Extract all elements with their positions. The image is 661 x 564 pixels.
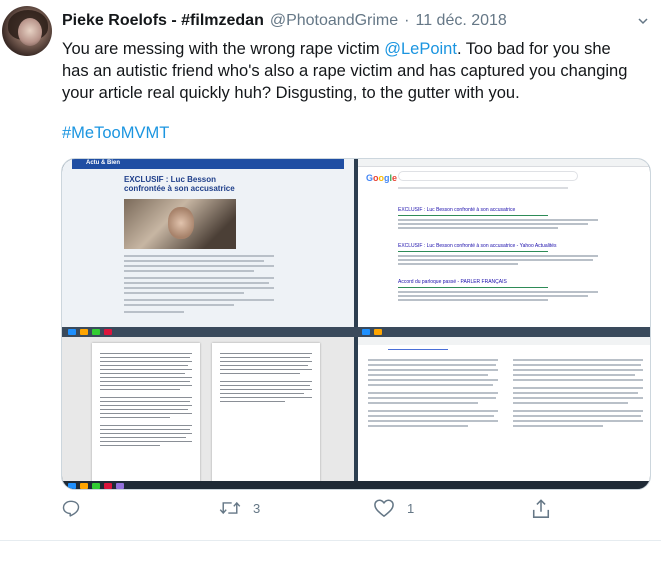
retweet-count: 3: [253, 500, 261, 516]
tweet[interactable]: Pieke Roelofs - #filmzedan @PhotoandGrim…: [0, 0, 661, 564]
retweet-icon: [219, 498, 241, 518]
avatar-face: [18, 18, 42, 46]
like-icon: [373, 498, 395, 518]
tweet-date[interactable]: 11 déc. 2018: [415, 12, 506, 30]
share-icon: [531, 498, 551, 520]
google-logo: Google: [366, 173, 398, 183]
taskbar-bottom: [62, 481, 650, 489]
document-pane: [62, 337, 354, 487]
retweet-button[interactable]: 3: [219, 498, 260, 518]
article-photo: [124, 199, 236, 249]
tweet-actions: 3 1: [61, 498, 581, 522]
article-header-bar: Actu & Bien: [72, 159, 344, 169]
like-count: 1: [407, 500, 415, 516]
separator-dot: ·: [404, 12, 410, 29]
google-results-pane: Google EXCLUSIF : Luc Besson confronté à…: [358, 159, 650, 327]
author-name[interactable]: Pieke Roelofs - #filmzedan: [62, 12, 264, 30]
chevron-down-icon[interactable]: [637, 14, 649, 26]
share-button[interactable]: [531, 498, 551, 520]
tweet-divider: [0, 540, 661, 541]
article-pane: Actu & Bien EXCLUSIF : Luc Besson confro…: [62, 159, 354, 327]
reply-icon: [61, 498, 81, 518]
article-logo: Actu & Bien: [86, 160, 121, 166]
tweet-header: Pieke Roelofs - #filmzedan @PhotoandGrim…: [62, 12, 507, 34]
tweet-media-image[interactable]: Actu & Bien EXCLUSIF : Luc Besson confro…: [61, 158, 651, 490]
mention-link[interactable]: @LePoint: [384, 40, 457, 58]
text-document-pane: [358, 337, 650, 487]
tweet-text: You are messing with the wrong rape vict…: [62, 38, 637, 144]
tweet-text-part1: You are messing with the wrong rape vict…: [62, 40, 385, 58]
taskbar-top: [62, 327, 650, 337]
result-title-3: Accord du parloque passé - PARLER FRANÇA…: [398, 279, 507, 285]
google-search-box: [398, 171, 578, 181]
reply-button[interactable]: [61, 498, 93, 518]
article-title: EXCLUSIF : Luc Besson confrontée à son a…: [124, 175, 235, 193]
screenshot-collage: Actu & Bien EXCLUSIF : Luc Besson confro…: [62, 159, 650, 489]
author-handle[interactable]: @PhotoandGrime: [270, 12, 398, 30]
hashtag-link[interactable]: #MeTooMVMT: [62, 124, 169, 142]
avatar[interactable]: [2, 6, 52, 56]
result-title-2: EXCLUSIF : Luc Besson confronté à son ac…: [398, 243, 557, 249]
result-title-1: EXCLUSIF : Luc Besson confronté à son ac…: [398, 207, 516, 213]
like-button[interactable]: 1: [373, 498, 414, 518]
